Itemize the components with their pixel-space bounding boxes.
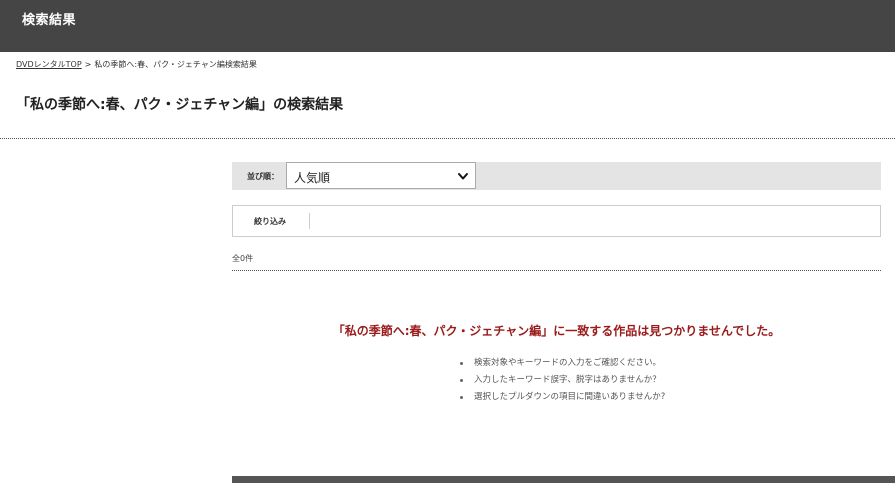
breadcrumb-home-link[interactable]: DVDレンタルTOP	[16, 60, 82, 69]
bullet-icon	[460, 396, 463, 399]
title-divider	[0, 138, 895, 139]
hint-list: 検索対象やキーワードの入力をご確認ください。 入力したキーワード誤字、脱字はあり…	[458, 355, 665, 406]
bullet-icon	[460, 379, 463, 382]
breadcrumb-current: 私の季節へ:春、パク・ジェチャン編検索結果	[94, 60, 257, 69]
count-divider	[232, 270, 881, 271]
chevron-down-icon	[458, 173, 468, 180]
bullet-icon	[460, 362, 463, 365]
hint-item: 検索対象やキーワードの入力をご確認ください。	[458, 355, 665, 372]
sort-select[interactable]: 人気順	[286, 162, 476, 189]
hint-item: 選択したプルダウンの項目に間違いありませんか?	[458, 389, 665, 406]
sort-bar: 並び順： 人気順	[232, 162, 881, 190]
sort-label: 並び順：	[247, 172, 279, 181]
footer-bar	[232, 476, 895, 483]
hint-item: 入力したキーワード誤字、脱字はありませんか？	[458, 372, 665, 389]
sort-select-value: 人気順	[294, 171, 331, 185]
result-count: 全0件	[232, 254, 254, 263]
hint-text: 入力したキーワード誤字、脱字はありませんか？	[474, 375, 661, 385]
filter-button[interactable]: 絞り込み	[254, 216, 286, 227]
hint-text: 選択したプルダウンの項目に間違いありませんか?	[474, 392, 666, 402]
breadcrumb: DVDレンタルTOP > 私の季節へ:春、パク・ジェチャン編検索結果	[16, 59, 257, 70]
page-header: 検索結果	[0, 0, 895, 52]
header-title: 検索結果	[22, 13, 77, 28]
filter-separator	[309, 213, 310, 229]
not-found-message: 「私の季節へ:春、パク・ジェチャン編」に一致する作品は見つかりませんでした。	[332, 324, 781, 338]
filter-box: 絞り込み	[232, 205, 881, 237]
hint-text: 検索対象やキーワードの入力をご確認ください。	[474, 358, 662, 368]
breadcrumb-separator: >	[84, 60, 92, 69]
page-title: 「私の季節へ:春、パク・ジェチャン編」の検索結果	[16, 97, 344, 113]
